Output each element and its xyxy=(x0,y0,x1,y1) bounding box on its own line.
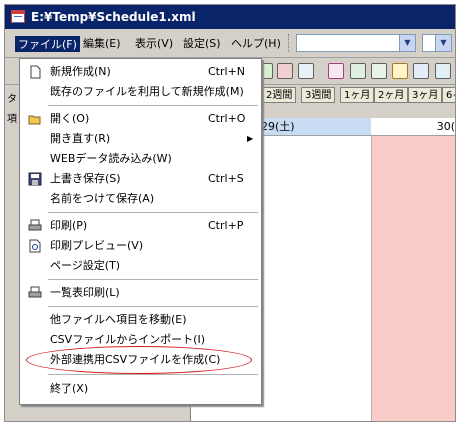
menu-item-exit[interactable]: 終了(X) xyxy=(20,379,261,399)
menu-item-page-setup[interactable]: ページ設定(T) xyxy=(20,256,261,276)
menu-item-save[interactable]: 上書き保存(S) Ctrl+S xyxy=(20,169,261,189)
menu-file[interactable]: ファイル(F) xyxy=(15,36,80,52)
app-window: E:¥Temp¥Schedule1.xml ファイル(F) 編集(E) 表示(V… xyxy=(4,4,456,422)
menu-item-new[interactable]: 新規作成(N) Ctrl+N xyxy=(20,62,261,82)
window-title: E:¥Temp¥Schedule1.xml xyxy=(31,10,196,24)
menu-view[interactable]: 表示(V) xyxy=(133,36,175,52)
menu-item-web-import-label: WEBデータ読み込み(W) xyxy=(50,152,172,165)
menu-item-save-as-label: 名前をつけて保存(A) xyxy=(50,192,155,205)
tab-1-month[interactable]: 1ヶ月 xyxy=(340,87,375,103)
day-header-30[interactable]: 30( xyxy=(371,118,455,135)
flag-tool-icon[interactable] xyxy=(328,63,344,79)
tab-3-months[interactable]: 3ヶ月 xyxy=(408,87,443,103)
menu-separator xyxy=(48,374,258,375)
menu-edit[interactable]: 編集(E) xyxy=(81,36,123,52)
menu-item-reopen-label: 開き直す(R) xyxy=(50,132,111,145)
chevron-down-icon[interactable]: ▼ xyxy=(435,35,451,51)
delete-tool-icon[interactable] xyxy=(277,63,293,79)
app-icon xyxy=(11,10,25,23)
menu-item-print-preview-label: 印刷プレビュー(V) xyxy=(50,239,144,252)
tab-3-weeks[interactable]: 3週間 xyxy=(301,87,336,103)
day-column-30[interactable] xyxy=(372,136,455,421)
menu-separator xyxy=(48,306,258,307)
menu-item-print-label: 印刷(P) xyxy=(50,219,88,232)
menu-item-list-print-label: 一覧表印刷(L) xyxy=(50,286,120,299)
chart-tool-icon[interactable] xyxy=(435,63,451,79)
toolbar-grip xyxy=(288,34,291,52)
menu-item-open-label: 開く(O) xyxy=(50,112,90,125)
menu-item-page-setup-label: ページ設定(T) xyxy=(50,259,121,272)
menu-item-save-as[interactable]: 名前をつけて保存(A) xyxy=(20,189,261,209)
menu-item-open-shortcut: Ctrl+O xyxy=(208,112,246,125)
menu-item-reopen[interactable]: 開き直す(R) ▶ xyxy=(20,129,261,149)
menu-item-print-preview[interactable]: 印刷プレビュー(V) xyxy=(20,236,261,256)
menu-item-new-shortcut: Ctrl+N xyxy=(208,65,246,78)
menu-item-list-print[interactable]: 一覧表印刷(L) xyxy=(20,283,261,303)
menu-item-exit-label: 終了(X) xyxy=(50,382,89,395)
frame-tool-icon[interactable] xyxy=(350,63,366,79)
new-file-icon xyxy=(28,65,42,79)
submenu-arrow-icon: ▶ xyxy=(247,134,254,143)
menu-item-open[interactable]: 開く(O) Ctrl+O xyxy=(20,109,261,129)
menu-item-new-from-existing-label: 既存のファイルを利用して新規作成(M) xyxy=(50,85,244,98)
title-bar: E:¥Temp¥Schedule1.xml xyxy=(5,5,455,29)
tree-tool-icon[interactable] xyxy=(371,63,387,79)
grid-tool-icon[interactable] xyxy=(413,63,429,79)
menu-item-new-from-existing[interactable]: 既存のファイルを利用して新規作成(M) xyxy=(20,82,261,102)
print-preview-icon xyxy=(28,239,42,253)
menu-item-print[interactable]: 印刷(P) Ctrl+P xyxy=(20,216,261,236)
menu-separator xyxy=(48,279,258,280)
day-header-30-label: 30( xyxy=(436,120,455,133)
menu-item-move-items-label: 他ファイルへ項目を移動(E) xyxy=(50,313,187,326)
highlight-ellipse xyxy=(26,346,252,374)
left-pane-label-1: タ xyxy=(7,94,17,105)
tab-2-months[interactable]: 2ヶ月 xyxy=(374,87,409,103)
chevron-down-icon[interactable]: ▼ xyxy=(399,35,415,51)
note-tool-icon[interactable] xyxy=(392,63,408,79)
printer-icon xyxy=(28,219,42,233)
floppy-disk-icon xyxy=(28,172,42,186)
menu-help[interactable]: ヘルプ(H) xyxy=(229,36,283,52)
menu-separator xyxy=(48,212,258,213)
menu-item-save-label: 上書き保存(S) xyxy=(50,172,121,185)
menu-item-web-import[interactable]: WEBデータ読み込み(W) xyxy=(20,149,261,169)
menu-item-print-shortcut: Ctrl+P xyxy=(208,219,244,232)
table-tool-icon[interactable] xyxy=(298,63,314,79)
open-folder-icon xyxy=(28,112,42,126)
printer-icon xyxy=(28,286,42,300)
menu-item-new-label: 新規作成(N) xyxy=(50,65,111,78)
menu-item-save-shortcut: Ctrl+S xyxy=(208,172,244,185)
menu-item-move-items[interactable]: 他ファイルへ項目を移動(E) xyxy=(20,310,261,330)
combo-box-2[interactable]: ▼ xyxy=(422,34,452,52)
menu-settings[interactable]: 設定(S) xyxy=(181,36,223,52)
menu-separator xyxy=(48,105,258,106)
tab-6-months[interactable]: 6ヶ xyxy=(442,87,455,103)
combo-box-1[interactable]: ▼ xyxy=(296,34,416,52)
left-pane-label-2: 項 xyxy=(7,114,17,125)
tab-2-weeks[interactable]: 2週間 xyxy=(262,87,297,103)
